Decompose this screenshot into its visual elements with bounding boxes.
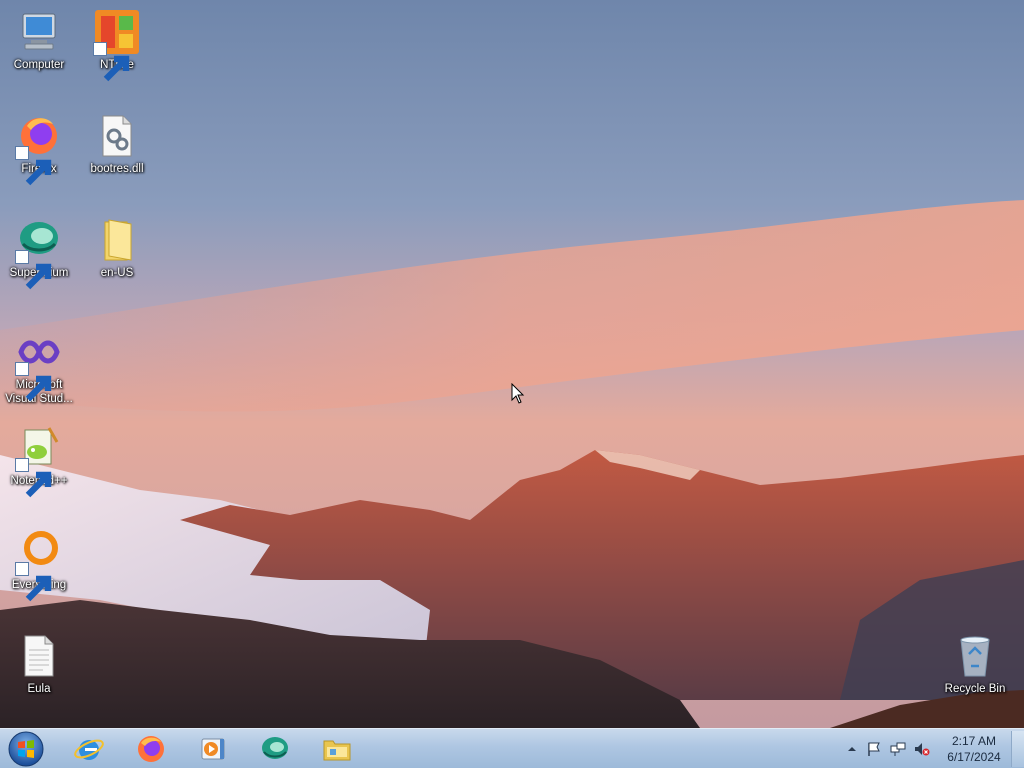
taskbar-internet-explorer[interactable]	[64, 731, 114, 767]
action-center-flag-icon[interactable]	[866, 741, 882, 757]
everything-search-icon	[15, 528, 63, 602]
desktop-icon-computer[interactable]: Computer	[4, 8, 74, 72]
clock-time: 2:17 AM	[951, 734, 997, 748]
show-hidden-icons-icon[interactable]	[844, 741, 860, 757]
supermium-icon	[262, 737, 288, 759]
shortcut-arrow-icon	[15, 458, 52, 498]
desktop-icon-label: Eula	[27, 683, 51, 695]
clock[interactable]: 2:17 AM 6/17/2024	[938, 733, 1010, 765]
desktop-icon-notepad-plus-plus[interactable]: Notepad++	[4, 424, 74, 498]
taskbar: 2:17 AM 6/17/2024	[0, 728, 1024, 768]
mouse-pointer-icon	[511, 383, 525, 404]
windows-logo-icon	[8, 731, 44, 767]
text-file-icon	[15, 632, 63, 680]
taskbar-media-player[interactable]	[188, 731, 238, 767]
desktop-icon-everything[interactable]: Everything	[4, 528, 74, 602]
desktop-icon-firefox[interactable]: Firefox	[4, 112, 74, 186]
ntlite-icon	[93, 8, 141, 82]
desktop-icon-label: bootres.dll	[90, 163, 144, 175]
taskbar-supermium[interactable]	[250, 731, 300, 767]
folder-icon	[323, 740, 351, 761]
desktop-icon-label: Recycle Bin	[944, 683, 1006, 695]
desktop-icon-visual-studio[interactable]: Microsoft Visual Stud...	[4, 328, 74, 406]
volume-muted-icon[interactable]	[914, 741, 930, 757]
firefox-icon	[15, 112, 63, 186]
desktop-icon-label: en-US	[100, 267, 134, 279]
desktop-icon-ntlite[interactable]: NTLite	[82, 8, 152, 82]
media-player-icon	[201, 738, 225, 760]
desktop[interactable]: Computer Firefox Supermium Microsoft Vis…	[0, 0, 1024, 728]
wallpaper-mountains	[0, 0, 1024, 728]
show-desktop-button[interactable]	[1011, 731, 1024, 767]
clock-date: 6/17/2024	[947, 750, 1001, 764]
desktop-icon-supermium[interactable]: Supermium	[4, 216, 74, 290]
desktop-icon-recycle-bin[interactable]: Recycle Bin	[940, 632, 1010, 696]
visual-studio-icon	[15, 328, 63, 402]
folder-icon	[93, 216, 141, 264]
dll-file-icon	[93, 112, 141, 160]
desktop-icon-eula[interactable]: Eula	[4, 632, 74, 696]
taskbar-firefox[interactable]	[126, 731, 176, 767]
taskbar-file-explorer[interactable]	[312, 731, 362, 767]
desktop-icon-en-us[interactable]: en-US	[82, 216, 152, 280]
shortcut-arrow-icon	[15, 562, 52, 602]
firefox-icon	[138, 736, 164, 762]
desktop-icon-label: Computer	[13, 59, 65, 71]
computer-icon	[15, 8, 63, 56]
supermium-icon	[15, 216, 63, 290]
internet-explorer-icon	[74, 739, 104, 760]
start-button[interactable]	[6, 730, 46, 768]
shortcut-arrow-icon	[15, 146, 52, 186]
desktop-icon-bootres-dll[interactable]: bootres.dll	[82, 112, 152, 176]
shortcut-arrow-icon	[15, 250, 52, 290]
shortcut-arrow-icon	[93, 42, 130, 82]
shortcut-arrow-icon	[15, 362, 52, 402]
network-icon[interactable]	[890, 741, 906, 757]
recycle-bin-icon	[951, 632, 999, 680]
notepad-plus-plus-icon	[15, 424, 63, 498]
